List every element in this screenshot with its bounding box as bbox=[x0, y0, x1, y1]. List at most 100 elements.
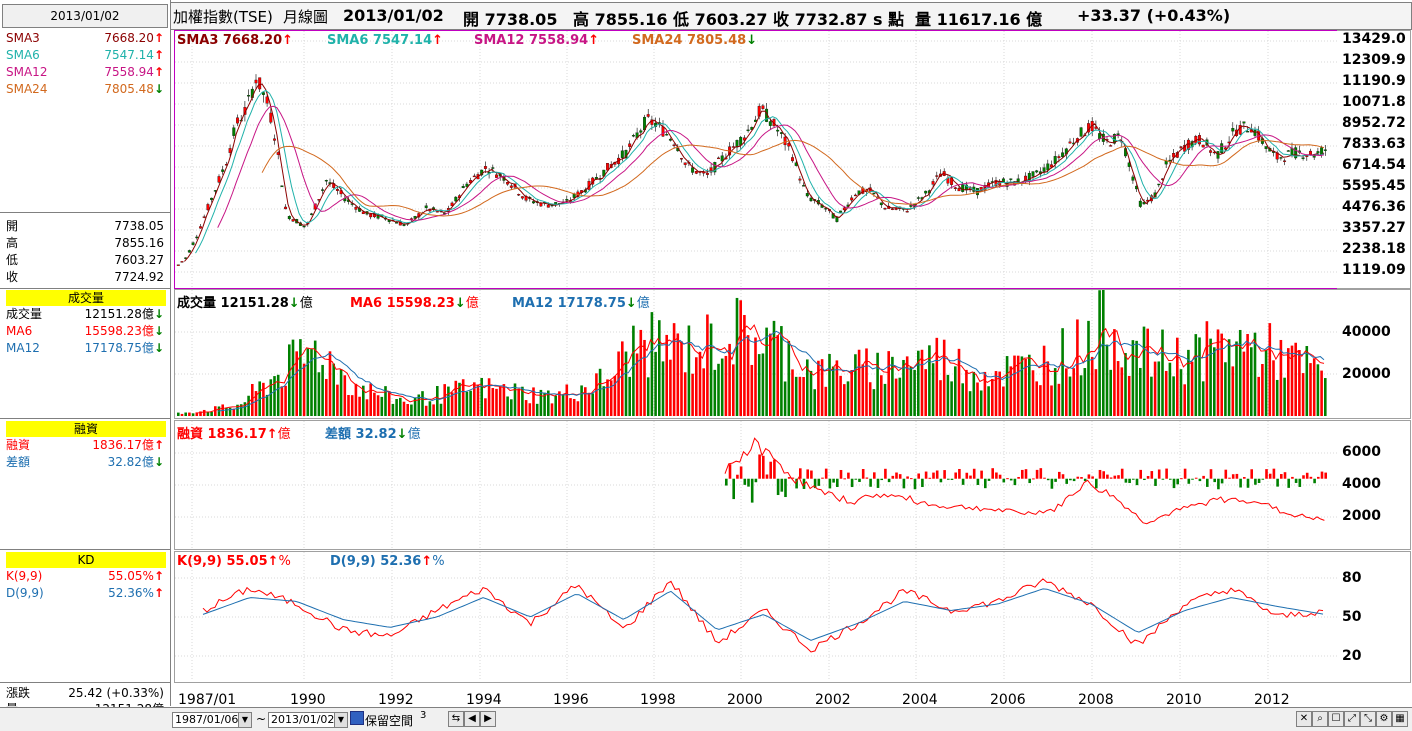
volume-bar bbox=[669, 359, 672, 416]
start-date-select[interactable]: 1987/01/06 ▼ bbox=[172, 712, 252, 728]
volume-bar bbox=[813, 389, 816, 416]
volume-bar bbox=[928, 345, 931, 416]
candle-body bbox=[1279, 157, 1283, 159]
candle-body bbox=[1098, 133, 1102, 139]
volume-bar bbox=[1250, 347, 1253, 416]
volume-bar bbox=[883, 383, 887, 416]
volume-bar bbox=[339, 369, 343, 416]
margin-diff-bar bbox=[969, 475, 972, 479]
volume-bar bbox=[561, 395, 565, 416]
volume-bar bbox=[1105, 344, 1109, 416]
legend-text: SMA3 7668.20 bbox=[177, 33, 283, 48]
volume-bar bbox=[350, 395, 354, 416]
magnifier-icon[interactable]: ⌕ bbox=[1312, 711, 1328, 727]
volume-bar bbox=[1094, 369, 1098, 416]
row-label: 收 bbox=[6, 270, 19, 284]
volume-bar bbox=[846, 381, 850, 416]
volume-bar bbox=[1146, 328, 1149, 416]
chart-type-icon[interactable]: ▦ bbox=[1392, 711, 1408, 727]
arrow-up-icon: ↑ bbox=[153, 65, 164, 79]
volume-bar bbox=[931, 363, 935, 416]
volume-bar bbox=[1042, 345, 1046, 416]
volume-bar bbox=[1176, 337, 1179, 416]
left-row-margin-rows: 差額 32.82億↓ bbox=[6, 454, 164, 471]
volume-bar bbox=[550, 403, 554, 416]
price-chart[interactable] bbox=[175, 31, 1337, 287]
candle-body bbox=[402, 224, 406, 226]
chevron-down-icon[interactable]: ▼ bbox=[238, 713, 251, 727]
margin-diff-bar bbox=[913, 478, 917, 490]
candle-body bbox=[824, 208, 828, 210]
crosshair-icon[interactable]: ✕ bbox=[1296, 711, 1312, 727]
margin-diff-bar bbox=[1102, 471, 1105, 479]
candle-body bbox=[853, 194, 857, 197]
margin-diff-bar bbox=[861, 469, 865, 479]
margin-diff-bar bbox=[1028, 478, 1031, 484]
x-axis-label: 1996 bbox=[553, 692, 589, 708]
candle-body bbox=[291, 219, 295, 222]
row-value: 12151.28億↓ bbox=[84, 307, 164, 321]
volume-bar bbox=[595, 373, 598, 416]
candle-body bbox=[565, 199, 569, 201]
zoom-in-icon[interactable]: ⇆ bbox=[448, 711, 464, 727]
volume-bar bbox=[498, 386, 502, 416]
candle-body bbox=[953, 187, 957, 190]
volume-bar bbox=[484, 398, 487, 416]
candle-body bbox=[705, 172, 709, 175]
scroll-left-icon[interactable]: ◀ bbox=[464, 711, 480, 727]
margin-diff-bar bbox=[1087, 474, 1091, 479]
end-date-select[interactable]: 2013/01/02 ▼ bbox=[268, 712, 348, 728]
margin-diff-bar bbox=[1169, 478, 1172, 480]
change-label: 漲跌 bbox=[6, 686, 31, 700]
candle-body bbox=[269, 112, 273, 123]
chevron-down-icon[interactable]: ▼ bbox=[334, 713, 347, 727]
candle-body bbox=[961, 184, 965, 192]
candle-body bbox=[228, 148, 232, 153]
candle-body bbox=[1312, 155, 1316, 158]
volume-bar bbox=[1061, 328, 1064, 416]
arrow-down-icon: ↓ bbox=[153, 455, 164, 469]
volume-bar bbox=[687, 325, 691, 416]
volume-bar bbox=[284, 385, 287, 416]
row-label: 開 bbox=[6, 219, 19, 233]
kd-chart[interactable] bbox=[175, 552, 1337, 681]
volume-bar bbox=[739, 300, 742, 416]
axis-tick-label: 2000 bbox=[1342, 508, 1381, 524]
volume-bar bbox=[1298, 350, 1301, 416]
volume-bar bbox=[991, 378, 994, 416]
margin-diff-bar bbox=[1009, 478, 1013, 481]
volume-bar bbox=[1039, 385, 1042, 416]
volume-bar bbox=[565, 384, 569, 416]
margin-diff-bar bbox=[921, 478, 924, 488]
margin-diff-bar bbox=[1002, 478, 1006, 483]
row-label: MA6 bbox=[6, 324, 33, 338]
fullscreen-icon[interactable]: ⤢ bbox=[1344, 711, 1360, 727]
hand-icon[interactable]: ☐ bbox=[1328, 711, 1344, 727]
shrink-icon[interactable]: ⤡ bbox=[1360, 711, 1376, 727]
arrow-down-icon: ↓ bbox=[454, 296, 466, 311]
margin-diff-bar bbox=[1272, 468, 1276, 479]
scroll-right-icon[interactable]: ▶ bbox=[480, 711, 496, 727]
margin-diff-bar bbox=[935, 470, 939, 479]
margin-diff-bar bbox=[965, 472, 969, 479]
volume-bar bbox=[202, 409, 206, 416]
margin-diff-bar bbox=[725, 478, 728, 486]
reserve-space-checkbox[interactable] bbox=[350, 711, 364, 725]
margin-diff-bar bbox=[1080, 477, 1083, 479]
candle-body bbox=[839, 210, 843, 213]
margin-diff-bar bbox=[1180, 478, 1183, 480]
volume-bar bbox=[524, 400, 528, 416]
volume-bar bbox=[1050, 385, 1053, 416]
candle-body bbox=[1179, 146, 1183, 149]
row-value: 7558.94↑ bbox=[104, 65, 164, 79]
volume-bar bbox=[1257, 376, 1260, 416]
x-axis-label: 2012 bbox=[1254, 692, 1290, 708]
volume-bar bbox=[313, 340, 317, 416]
candle-body bbox=[1157, 183, 1161, 186]
axis-tick-label: 40000 bbox=[1342, 324, 1391, 340]
settings-icon[interactable]: ⚙ bbox=[1376, 711, 1392, 727]
volume-bar bbox=[643, 339, 646, 416]
margin-diff-bar bbox=[1291, 476, 1294, 479]
volume-bar bbox=[713, 369, 717, 416]
row-label: SMA6 bbox=[6, 48, 40, 62]
